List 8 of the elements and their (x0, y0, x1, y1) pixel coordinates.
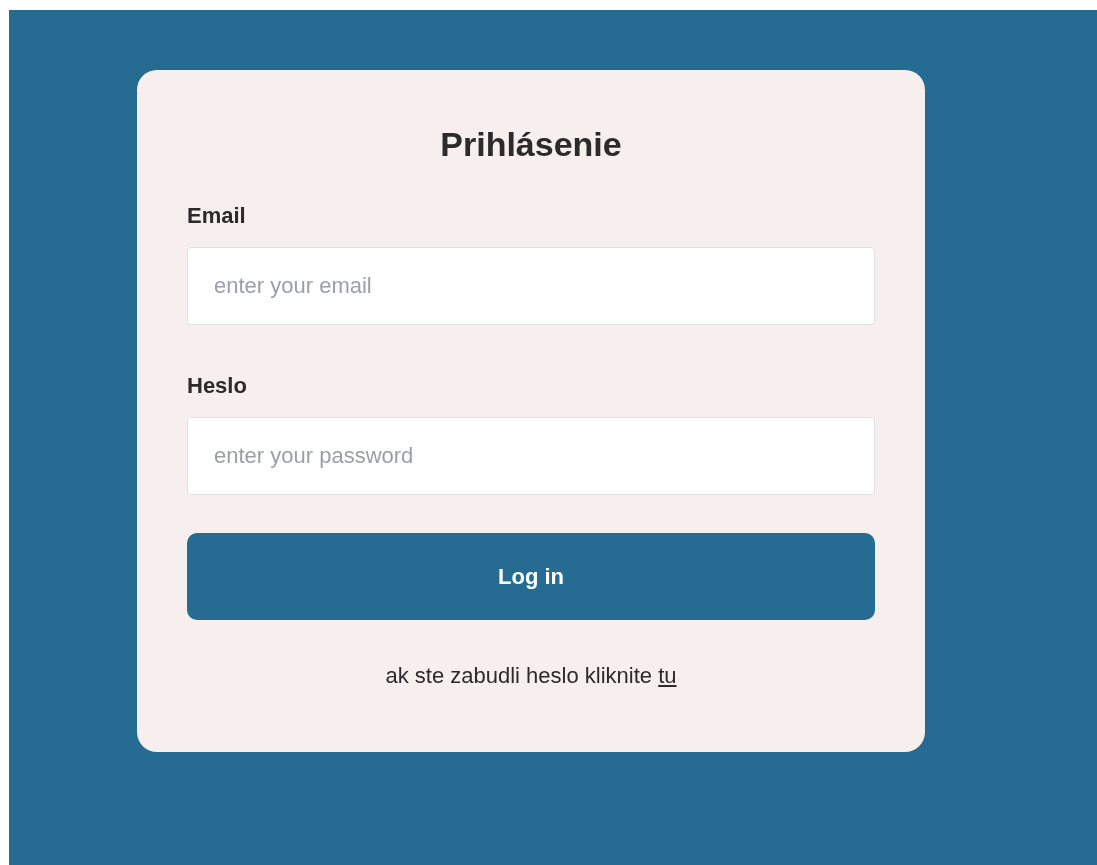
input-field[interactable]: enter your email (187, 247, 875, 325)
input-field[interactable]: enter your password (187, 417, 875, 495)
forgot-password-text: ak ste zabudli heslo kliknite tu (384, 662, 678, 690)
login-title: Prihlásenie (439, 124, 623, 165)
field-label: Email (187, 202, 247, 230)
field-label: Heslo (187, 372, 248, 400)
forgot-password-link[interactable]: tu (658, 663, 677, 688)
login-button[interactable]: Log in (187, 533, 875, 620)
